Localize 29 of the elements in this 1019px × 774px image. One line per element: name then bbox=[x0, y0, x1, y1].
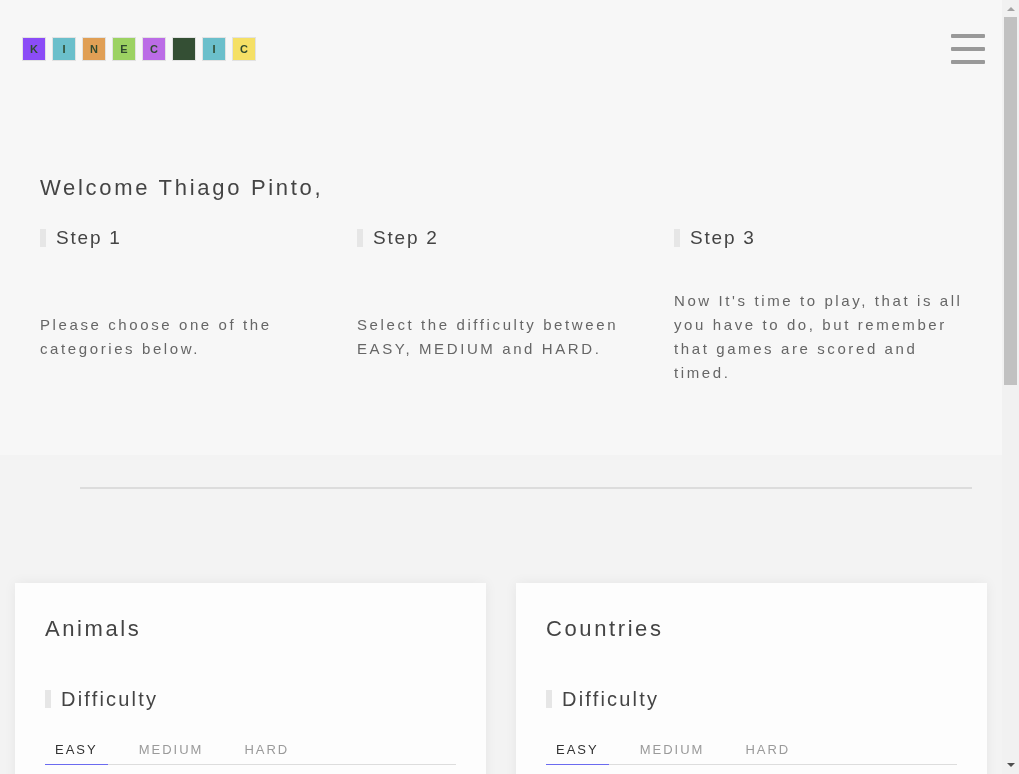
logo-letter-tile: N bbox=[82, 37, 106, 61]
step-description: Please choose one of the categories below. bbox=[40, 315, 273, 359]
logo-letter-tile: C bbox=[142, 37, 166, 61]
difficulty-tab[interactable]: EASY bbox=[546, 735, 609, 765]
difficulty-tab[interactable]: MEDIUM bbox=[128, 735, 214, 765]
step-heading: Step 2 bbox=[357, 229, 439, 247]
step-description: Select the difficulty between EASY, MEDIUM and HARD. bbox=[357, 315, 620, 359]
difficulty-tab[interactable]: HARD bbox=[735, 735, 801, 765]
difficulty-tab[interactable]: EASY bbox=[45, 735, 108, 765]
category-title: Animals bbox=[45, 615, 142, 643]
step-heading: Step 3 bbox=[674, 229, 756, 247]
welcome-heading: Welcome Thiago Pinto, bbox=[40, 174, 324, 202]
scrollbar-thumb[interactable] bbox=[1004, 17, 1017, 385]
difficulty-heading: Difficulty bbox=[546, 690, 660, 708]
logo-letter-tile: I bbox=[202, 37, 226, 61]
logo-letter-tile: I bbox=[52, 37, 76, 61]
difficulty-tab[interactable]: MEDIUM bbox=[629, 735, 715, 765]
category-title: Countries bbox=[546, 615, 664, 643]
menu-button[interactable] bbox=[951, 34, 985, 64]
step-description: Now It's time to play, that is all you have to do, but remember that games are scored and timed. bbox=[674, 291, 964, 383]
logo-letter-tile: E bbox=[112, 37, 136, 61]
difficulty-tab[interactable]: HARD bbox=[234, 735, 300, 765]
scroll-down-arrow-icon[interactable] bbox=[1006, 763, 1015, 767]
scroll-up-arrow-icon[interactable] bbox=[1006, 7, 1015, 11]
logo-letter-tile: K bbox=[22, 37, 46, 61]
logo-letter-tile: C bbox=[232, 37, 256, 61]
difficulty-heading: Difficulty bbox=[45, 690, 159, 708]
step-heading: Step 1 bbox=[40, 229, 122, 247]
menu-icon bbox=[951, 34, 985, 64]
